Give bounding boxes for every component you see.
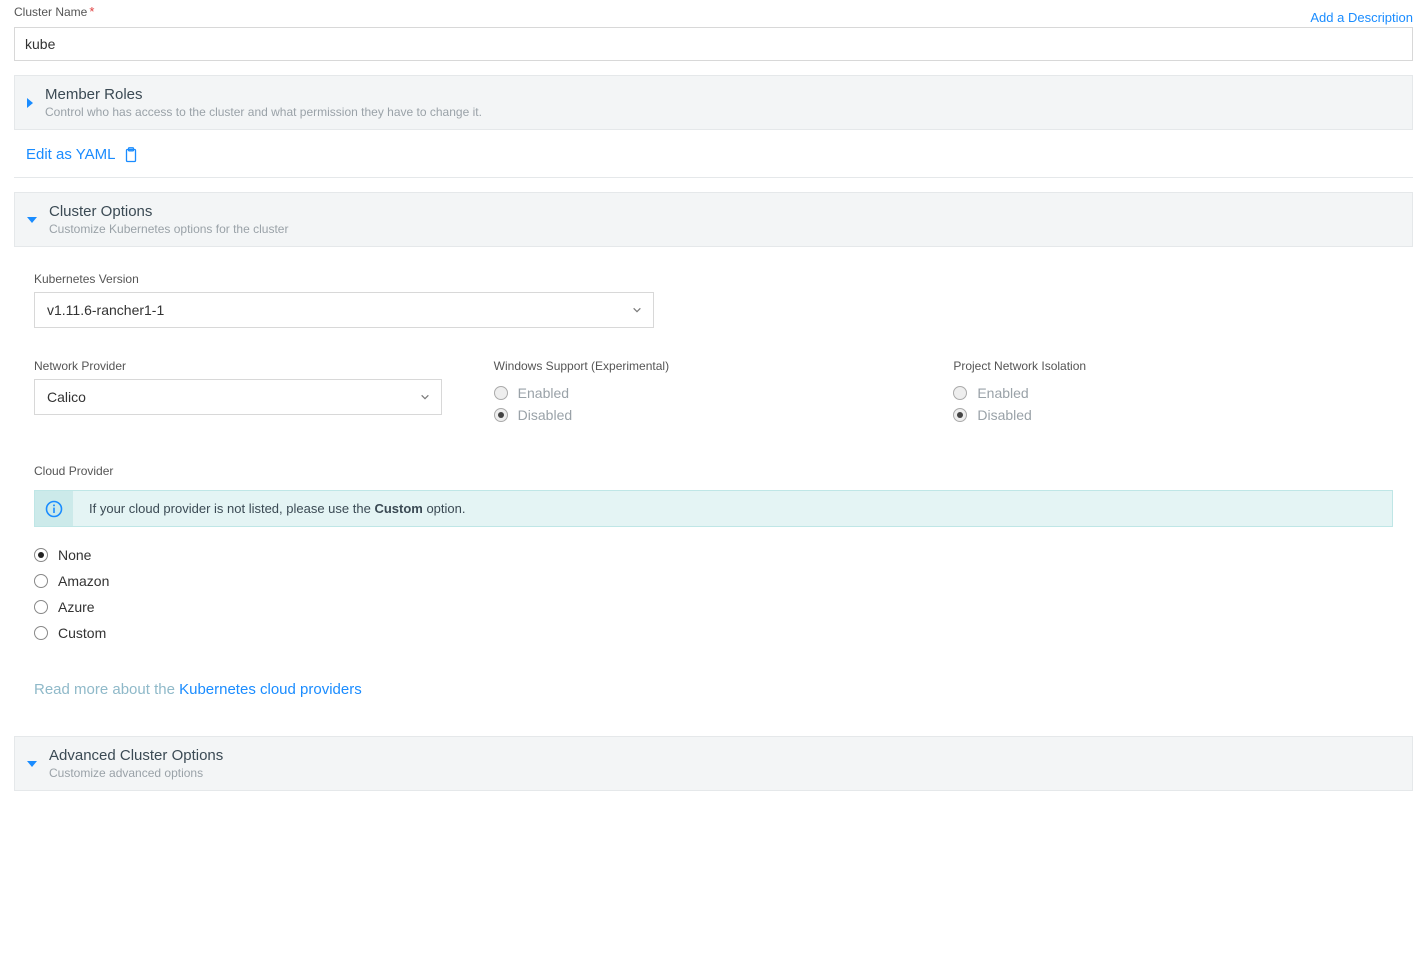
network-provider-select[interactable]: Calico	[34, 379, 442, 415]
network-provider-value: Calico	[47, 389, 86, 405]
kube-version-label: Kubernetes Version	[34, 272, 139, 286]
windows-support-disabled-radio: Disabled	[494, 407, 934, 423]
advanced-options-desc: Customize advanced options	[49, 766, 223, 780]
radio-icon	[34, 626, 48, 640]
cloud-provider-info-banner: If your cloud provider is not listed, pl…	[34, 490, 1393, 527]
advanced-options-panel-header[interactable]: Advanced Cluster Options Customize advan…	[14, 736, 1413, 791]
cloud-provider-azure-radio[interactable]: Azure	[34, 599, 1393, 615]
add-description-link[interactable]: Add a Description	[1310, 10, 1413, 25]
chevron-down-icon	[27, 217, 37, 223]
member-roles-desc: Control who has access to the cluster an…	[45, 105, 482, 119]
windows-support-label: Windows Support (Experimental)	[494, 359, 669, 373]
radio-icon	[953, 408, 967, 422]
project-isolation-label: Project Network Isolation	[953, 359, 1086, 373]
cluster-name-label: Cluster Name	[14, 5, 87, 19]
clipboard-icon	[124, 147, 138, 163]
cluster-options-panel-header[interactable]: Cluster Options Customize Kubernetes opt…	[14, 192, 1413, 247]
radio-icon	[34, 548, 48, 562]
radio-icon	[494, 386, 508, 400]
edit-as-yaml-label: Edit as YAML	[26, 146, 116, 163]
read-more-prefix: Read more about the	[34, 681, 179, 698]
radio-icon	[34, 600, 48, 614]
cloud-provider-custom-radio[interactable]: Custom	[34, 625, 1393, 641]
radio-icon	[34, 574, 48, 588]
radio-icon	[953, 386, 967, 400]
project-isolation-enabled-radio: Enabled	[953, 385, 1393, 401]
chevron-down-icon	[27, 761, 37, 767]
cloud-provider-label: Cloud Provider	[34, 464, 113, 478]
cloud-provider-amazon-radio[interactable]: Amazon	[34, 573, 1393, 589]
cluster-options-title: Cluster Options	[49, 203, 288, 220]
advanced-options-title: Advanced Cluster Options	[49, 747, 223, 764]
radio-icon	[494, 408, 508, 422]
network-provider-label: Network Provider	[34, 359, 126, 373]
project-isolation-disabled-radio: Disabled	[953, 407, 1393, 423]
kube-version-select[interactable]: v1.11.6-rancher1-1	[34, 292, 654, 328]
cloud-info-bold: Custom	[374, 501, 422, 516]
info-icon	[35, 491, 73, 526]
required-indicator: *	[89, 4, 94, 19]
cloud-info-pre: If your cloud provider is not listed, pl…	[89, 501, 374, 516]
windows-support-enabled-radio: Enabled	[494, 385, 934, 401]
chevron-right-icon	[27, 98, 33, 108]
cluster-options-desc: Customize Kubernetes options for the clu…	[49, 222, 288, 236]
cluster-name-input[interactable]	[14, 27, 1413, 61]
kube-version-value: v1.11.6-rancher1-1	[47, 302, 164, 318]
member-roles-title: Member Roles	[45, 86, 482, 103]
member-roles-panel-header[interactable]: Member Roles Control who has access to t…	[14, 75, 1413, 130]
kubernetes-cloud-providers-link[interactable]: Kubernetes cloud providers	[179, 681, 362, 698]
edit-as-yaml-link[interactable]: Edit as YAML	[26, 146, 138, 163]
cloud-info-post: option.	[423, 501, 466, 516]
cloud-provider-none-radio[interactable]: None	[34, 547, 1393, 563]
